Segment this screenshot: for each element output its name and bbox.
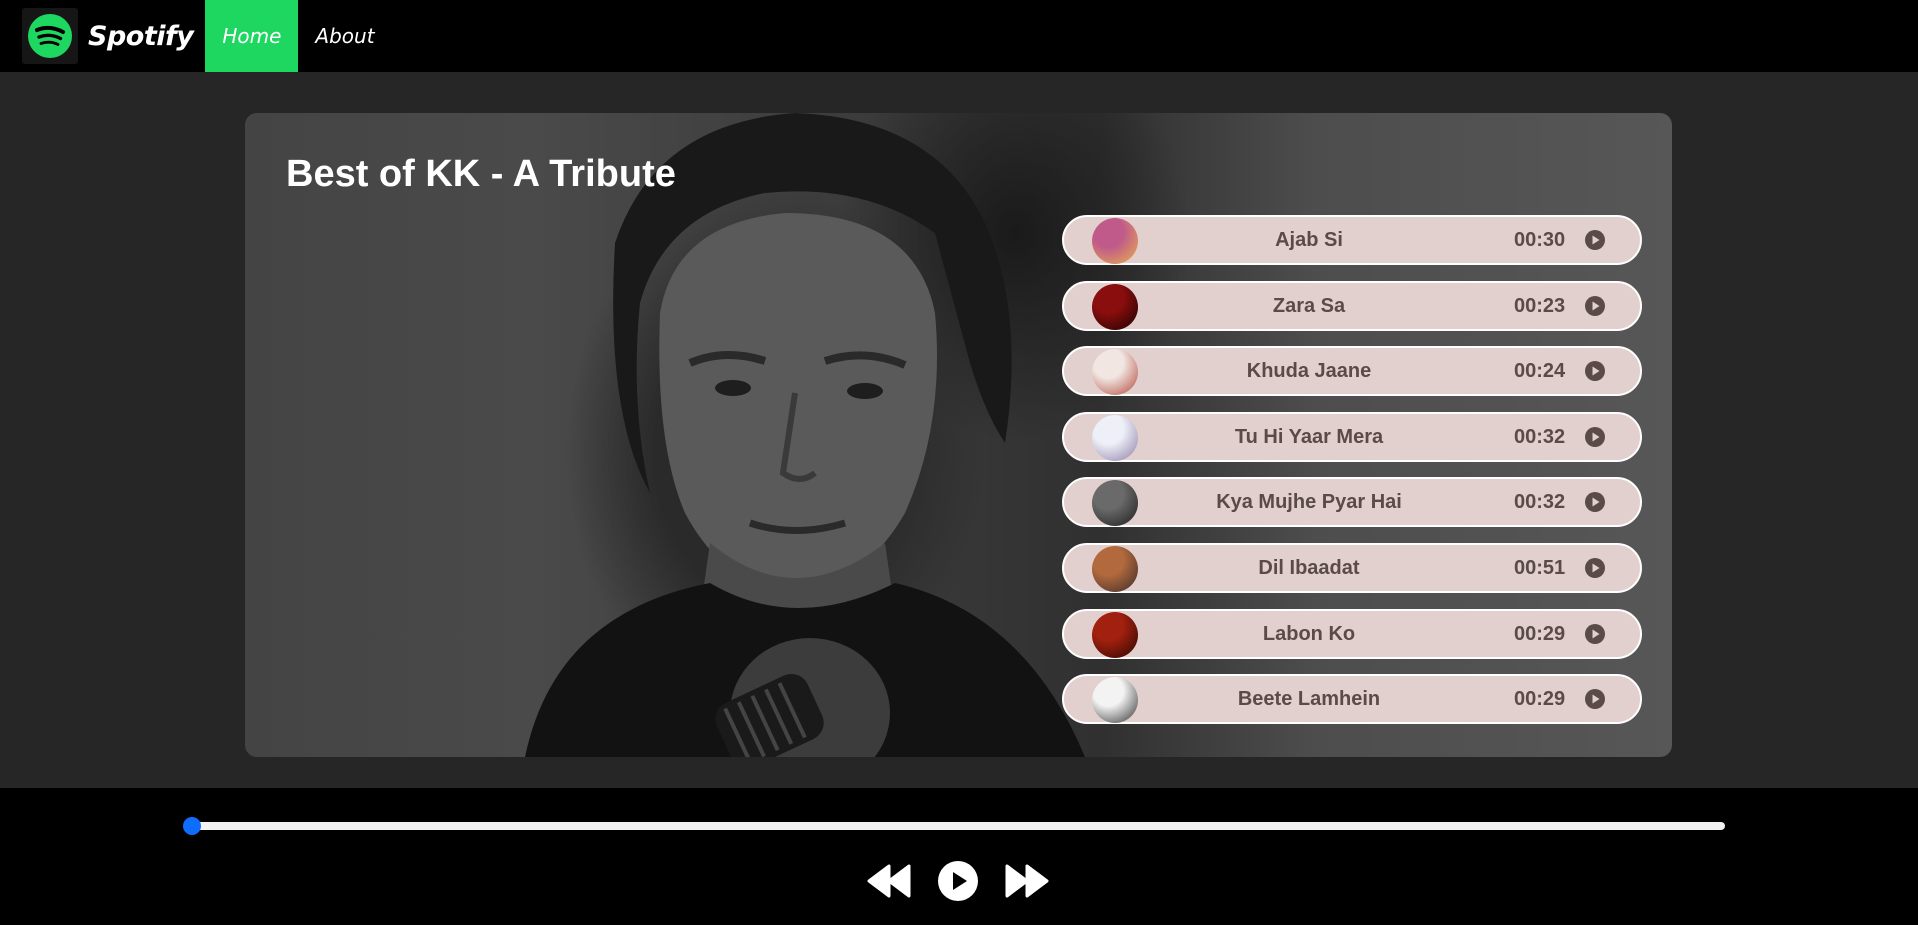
progress-bar[interactable] [183,817,1725,835]
play-circle-icon[interactable] [1585,689,1605,710]
nav-link-about[interactable]: About [298,0,391,72]
song-duration: 00:32 [1514,491,1566,514]
song-title: Dil Ibaadat [1258,556,1360,579]
player-controls [0,860,1918,902]
song-cover-image [1092,480,1138,527]
song-cover-image [1092,677,1138,724]
song-title: Khuda Jaane [1246,360,1372,383]
play-circle-icon[interactable] [1585,230,1605,250]
song-duration: 00:29 [1514,622,1566,645]
song-cover-image [1092,349,1138,396]
play-circle-icon[interactable] [1585,295,1605,316]
song-item[interactable]: Khuda Jaane 00:24 [1062,346,1642,397]
artist-portrait-image [525,113,1085,757]
song-item[interactable]: Tu Hi Yaar Mera 00:32 [1062,411,1642,462]
song-cover-image [1092,218,1138,264]
song-duration: 00:30 [1514,229,1566,251]
song-duration: 00:29 [1514,688,1566,711]
player-bar [0,788,1918,925]
song-title: Zara Sa [1272,294,1346,317]
song-title: Labon Ko [1262,622,1356,645]
song-cover-image [1092,414,1138,461]
playlist-banner: Best of KK - A Tribute Ajab Si 00:30 Zara … [245,113,1672,757]
song-item[interactable]: Beete Lamhein 00:29 [1062,674,1642,725]
play-circle-icon[interactable] [1585,361,1605,382]
song-list: Ajab Si 00:30 Zara Sa 00:23 Khuda Jaane 00:24… [1062,215,1642,740]
song-item[interactable]: Dil Ibaadat 00:51 [1062,542,1642,593]
song-duration: 00:23 [1514,294,1566,317]
play-circle-icon[interactable] [1585,623,1605,644]
song-title: Tu Hi Yaar Mera [1234,425,1384,448]
song-duration: 00:51 [1514,556,1566,579]
song-cover-image [1092,611,1138,658]
song-title: Beete Lamhein [1237,688,1381,711]
song-title: Ajab Si [1275,229,1343,251]
song-title: Kya Mujhe Pyar Hai [1216,491,1402,514]
brand[interactable]: Spotify [22,0,194,72]
play-circle-icon[interactable] [937,860,979,902]
brand-name: Spotify [88,20,194,52]
song-cover-image [1092,283,1138,330]
song-item[interactable]: Zara Sa 00:23 [1062,280,1642,331]
play-circle-icon[interactable] [1585,492,1605,513]
navbar: Spotify Home About [0,0,1918,72]
backward-icon[interactable] [867,864,911,898]
nav-link-home[interactable]: Home [205,0,299,72]
spotify-logo-icon [22,8,78,64]
play-circle-icon[interactable] [1585,426,1605,447]
song-duration: 00:32 [1514,425,1566,448]
forward-icon[interactable] [1005,864,1049,898]
song-duration: 00:24 [1514,360,1566,383]
play-circle-icon[interactable] [1585,557,1605,578]
playlist-title: Best of KK - A Tribute [286,153,676,195]
song-cover-image [1092,545,1138,592]
song-item[interactable]: Kya Mujhe Pyar Hai 00:32 [1062,477,1642,528]
song-item[interactable]: Ajab Si 00:30 [1062,215,1642,265]
song-item[interactable]: Labon Ko 00:29 [1062,608,1642,659]
progress-knob[interactable] [183,817,201,835]
